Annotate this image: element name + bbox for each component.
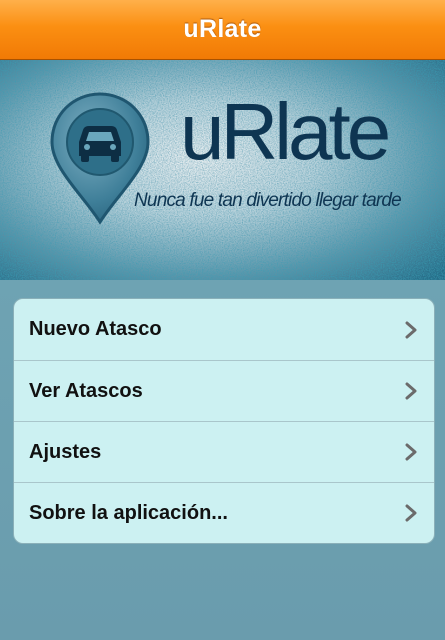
chevron-right-icon — [405, 504, 417, 522]
menu-item-label: Nuevo Atasco — [29, 318, 162, 340]
header-banner: uRlate Nunca fue tan divertido llegar ta… — [0, 60, 445, 280]
chevron-right-icon — [405, 443, 417, 461]
navigation-bar: uRlate — [0, 0, 445, 60]
menu-item-label: Sobre la aplicación... — [29, 501, 228, 524]
menu-area: Nuevo Atasco Ver Atascos Ajustes Sobre l… — [0, 280, 445, 640]
menu-item-nuevo-atasco[interactable]: Nuevo Atasco — [14, 299, 434, 360]
menu-item-label: Ver Atascos — [29, 379, 143, 402]
chevron-right-icon — [405, 382, 417, 400]
menu-item-label: Ajustes — [29, 440, 102, 463]
page-title: uRlate — [183, 15, 262, 43]
app-tagline: Nunca fue tan divertido llegar tarde — [134, 190, 402, 211]
chevron-right-icon — [405, 321, 417, 338]
menu-item-ver-atascos[interactable]: Ver Atascos — [14, 360, 434, 421]
main-menu: Nuevo Atasco Ver Atascos Ajustes Sobre l… — [13, 298, 435, 544]
app-logo-text: uRlate — [180, 87, 391, 176]
menu-item-ajustes[interactable]: Ajustes — [14, 421, 434, 482]
menu-item-sobre-la-aplicacion[interactable]: Sobre la aplicación... — [14, 482, 434, 543]
